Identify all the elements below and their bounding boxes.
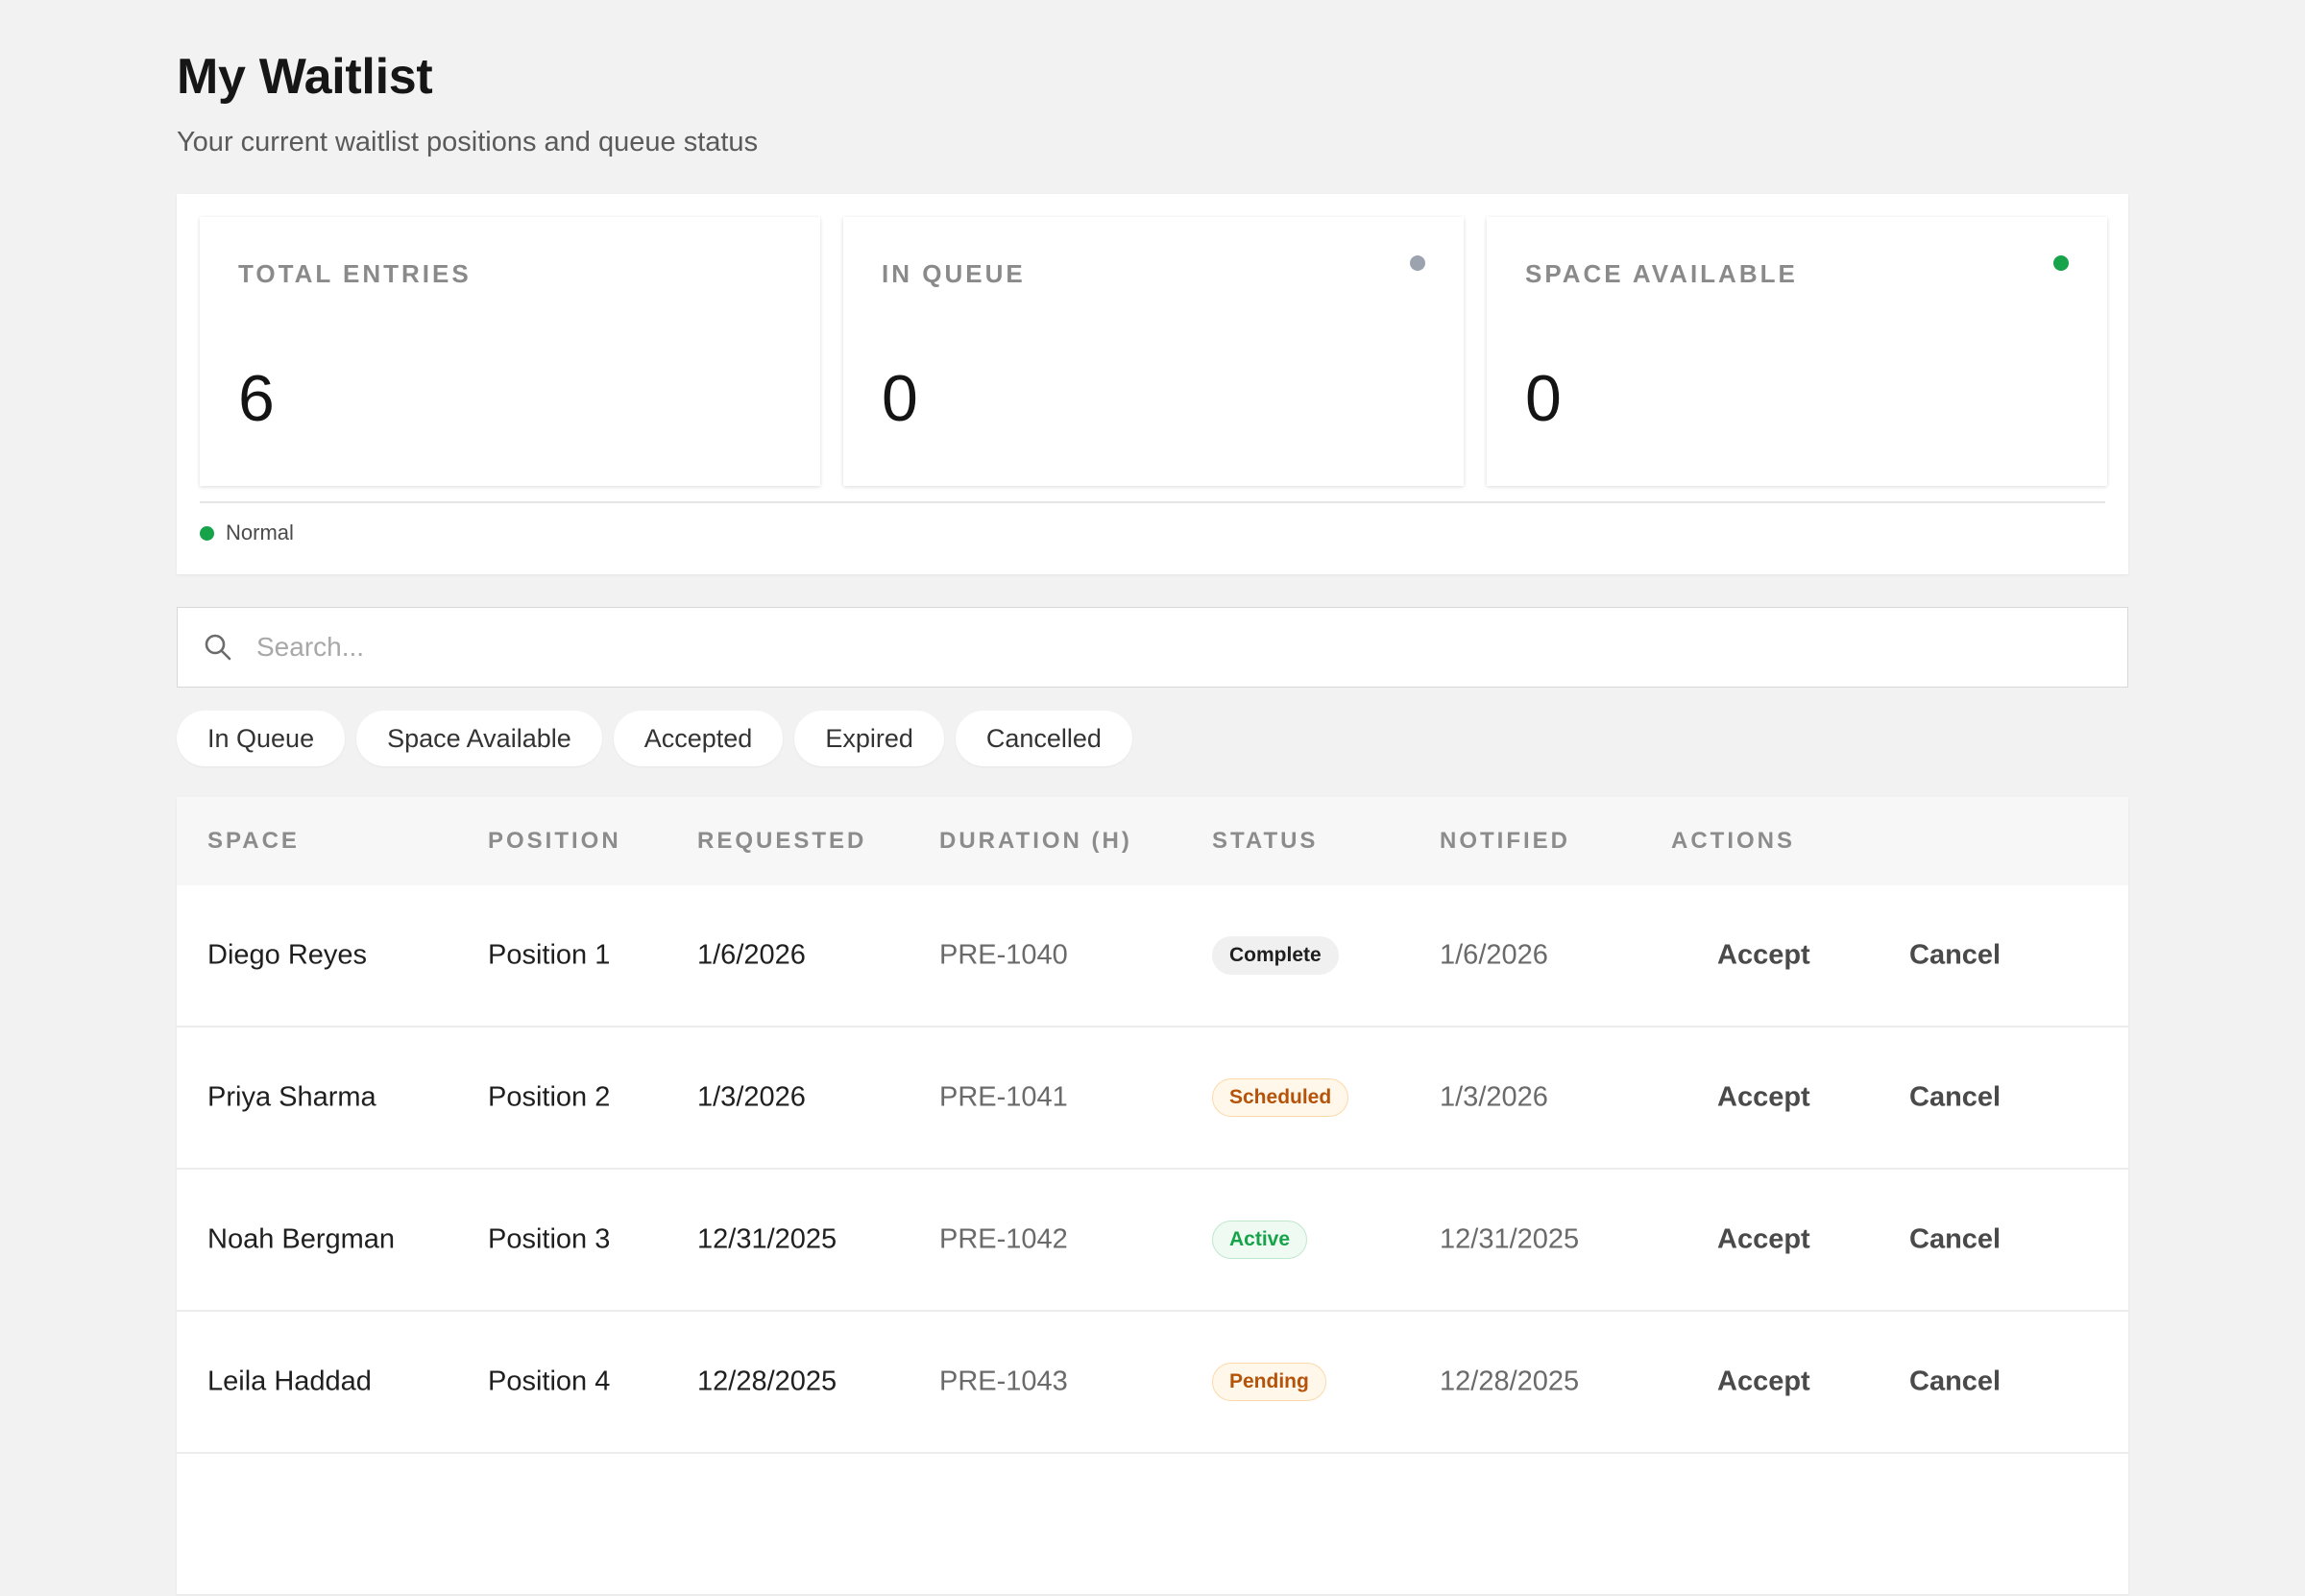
cell-space: Noah Bergman xyxy=(207,1223,396,1255)
stat-label: IN QUEUE xyxy=(882,259,1026,288)
legend-dot-icon xyxy=(200,525,214,541)
filter-chip-expired[interactable]: Expired xyxy=(794,711,944,766)
filter-chip-in-queue[interactable]: In Queue xyxy=(177,711,346,766)
status-badge: Active xyxy=(1212,1221,1308,1259)
filter-chips: In Queue Space Available Accepted Expire… xyxy=(177,711,1132,766)
filter-chip-accepted[interactable]: Accepted xyxy=(613,711,784,766)
cell-position: Position 2 xyxy=(488,1081,611,1113)
cell-notified: 12/28/2025 xyxy=(1440,1366,1580,1397)
table-row: Priya Sharma Position 2 1/3/2026 PRE-104… xyxy=(177,1028,2128,1170)
cell-requested: 1/6/2026 xyxy=(697,939,806,971)
stat-value: 0 xyxy=(882,362,918,435)
column-header-duration[interactable]: DURATION (H) xyxy=(939,828,1132,855)
cell-duration: PRE-1041 xyxy=(939,1081,1068,1113)
stats-panel: TOTAL ENTRIES 6 IN QUEUE 0 SPACE AVAILAB… xyxy=(177,194,2128,574)
search-input[interactable] xyxy=(256,632,2081,663)
stat-value: 6 xyxy=(238,362,275,435)
accept-button[interactable]: Accept xyxy=(1717,1224,1810,1256)
status-dot-icon xyxy=(2053,255,2069,271)
stat-label: TOTAL ENTRIES xyxy=(238,259,472,288)
cell-requested: 12/31/2025 xyxy=(697,1223,837,1255)
cell-space: Diego Reyes xyxy=(207,939,368,971)
cell-position: Position 1 xyxy=(488,939,611,971)
accept-button[interactable]: Accept xyxy=(1717,1366,1810,1398)
stat-card-space-available: SPACE AVAILABLE 0 xyxy=(1487,217,2107,486)
cell-requested: 1/3/2026 xyxy=(697,1081,806,1113)
cancel-button[interactable]: Cancel xyxy=(1909,1224,2001,1256)
stat-card-in-queue: IN QUEUE 0 xyxy=(843,217,1464,486)
status-badge: Scheduled xyxy=(1212,1078,1349,1117)
column-header-requested[interactable]: REQUESTED xyxy=(697,828,866,855)
table-header: SPACE POSITION REQUESTED DURATION (H) ST… xyxy=(177,797,2128,885)
accept-button[interactable]: Accept xyxy=(1717,940,1810,972)
table-row: Leila Haddad Position 4 12/28/2025 PRE-1… xyxy=(177,1312,2128,1454)
cell-position: Position 4 xyxy=(488,1366,611,1397)
divider xyxy=(200,501,2105,503)
column-header-space[interactable]: SPACE xyxy=(207,828,300,855)
table-row: Noah Bergman Position 3 12/31/2025 PRE-1… xyxy=(177,1170,2128,1312)
column-header-notified[interactable]: NOTIFIED xyxy=(1440,828,1570,855)
cell-requested: 12/28/2025 xyxy=(697,1366,837,1397)
table-row: Diego Reyes Position 1 1/6/2026 PRE-1040… xyxy=(177,885,2128,1028)
cell-notified: 12/31/2025 xyxy=(1440,1223,1580,1255)
stat-card-total-entries: TOTAL ENTRIES 6 xyxy=(200,217,820,486)
table-row xyxy=(177,1454,2128,1596)
page-title: My Waitlist xyxy=(177,49,433,105)
waitlist-table: SPACE POSITION REQUESTED DURATION (H) ST… xyxy=(177,797,2128,1596)
status-badge: Pending xyxy=(1212,1363,1326,1401)
cell-duration: PRE-1042 xyxy=(939,1223,1068,1255)
cell-notified: 1/3/2026 xyxy=(1440,1081,1548,1113)
column-header-position[interactable]: POSITION xyxy=(488,828,621,855)
cell-space: Priya Sharma xyxy=(207,1081,376,1113)
filter-chip-cancelled[interactable]: Cancelled xyxy=(955,711,1132,766)
column-header-actions: ACTIONS xyxy=(1671,828,1795,854)
cancel-button[interactable]: Cancel xyxy=(1909,940,2001,972)
cell-position: Position 3 xyxy=(488,1223,611,1255)
cell-space: Leila Haddad xyxy=(207,1366,372,1397)
stat-label: SPACE AVAILABLE xyxy=(1525,259,1798,288)
cell-duration: PRE-1043 xyxy=(939,1366,1068,1397)
search-box[interactable] xyxy=(177,607,2128,688)
legend-label: Normal xyxy=(226,520,294,544)
cell-duration: PRE-1040 xyxy=(939,939,1068,971)
status-dot-icon xyxy=(1410,255,1425,271)
stat-value: 0 xyxy=(1525,362,1562,435)
status-badge: Complete xyxy=(1212,936,1339,975)
cancel-button[interactable]: Cancel xyxy=(1909,1366,2001,1398)
legend: Normal xyxy=(200,520,294,545)
filter-chip-space-available[interactable]: Space Available xyxy=(356,711,602,766)
column-header-status[interactable]: STATUS xyxy=(1212,828,1318,855)
cancel-button[interactable]: Cancel xyxy=(1909,1082,2001,1114)
accept-button[interactable]: Accept xyxy=(1717,1082,1810,1114)
page-subtitle: Your current waitlist positions and queu… xyxy=(177,127,759,157)
cell-notified: 1/6/2026 xyxy=(1440,939,1548,971)
search-icon xyxy=(203,632,233,663)
